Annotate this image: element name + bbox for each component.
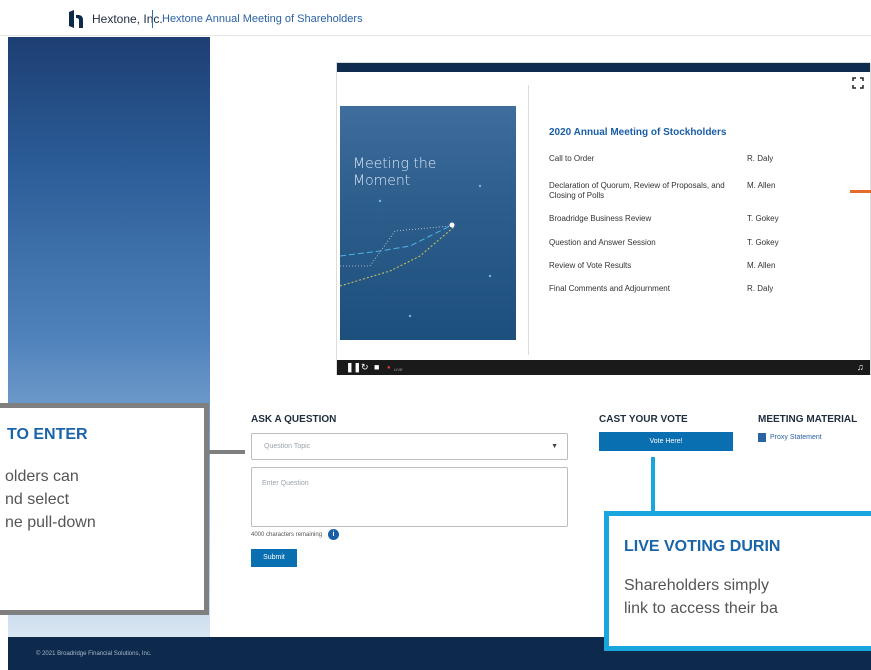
agenda-presenter: T. Gokey [747, 238, 779, 247]
fullscreen-icon[interactable] [852, 77, 864, 89]
agenda-item: Declaration of Quorum, Review of Proposa… [549, 181, 725, 200]
live-label: LIVE [394, 367, 403, 372]
agenda-item: Question and Answer Session [549, 238, 656, 247]
ask-question-heading: ASK A QUESTION [251, 414, 337, 425]
slide-separator [528, 85, 529, 355]
agenda-presenter: R. Daly [747, 154, 774, 163]
right-callout-line: Shareholders simply [624, 577, 769, 594]
volume-icon[interactable]: ♫ [857, 363, 864, 372]
document-icon [758, 433, 766, 442]
left-callout-title: TO ENTER [7, 426, 88, 443]
replay-icon[interactable]: ↻ [361, 363, 369, 372]
chevron-down-icon: ▼ [551, 443, 558, 450]
submit-button[interactable]: Submit [251, 549, 297, 567]
agenda-item: Broadridge Business Review [549, 214, 652, 223]
agenda-presenter: T. Gokey [747, 214, 779, 223]
characters-remaining: 4000 characters remaining [251, 532, 323, 538]
live-dot-icon: ● [387, 365, 391, 371]
info-icon[interactable]: i [328, 529, 339, 540]
slide-cover-image: Meeting the Moment [340, 106, 516, 340]
cast-vote-heading: CAST YOUR VOTE [599, 414, 688, 425]
right-callout-title: LIVE VOTING DURIN [624, 538, 781, 555]
left-callout-line: olders can [5, 468, 79, 485]
player-controls-bar: ❚❚ ↻ ■ ● LIVE ♫ [337, 360, 870, 375]
video-player[interactable]: Meeting the Moment 2020 Annual Meeting o… [336, 62, 871, 375]
left-callout-box: TO ENTER olders can nd select ne pull-do… [0, 403, 209, 615]
agenda-presenter: R. Daly [747, 284, 774, 293]
agenda-title: 2020 Annual Meeting of Stockholders [549, 127, 727, 138]
proxy-statement-link[interactable]: Proxy Statement [770, 434, 822, 441]
left-callout-line: nd select [5, 491, 70, 508]
meeting-title: Hextone Annual Meeting of Shareholders [162, 13, 363, 25]
agenda-presenter: M. Allen [747, 261, 776, 270]
right-callout-line: link to access their ba [624, 600, 778, 617]
header-divider [152, 10, 153, 28]
right-callout-body: Shareholders simply link to access their… [624, 574, 778, 620]
stop-icon[interactable]: ■ [374, 363, 379, 372]
vote-here-button[interactable]: Vote Here! [599, 432, 733, 451]
agenda-item: Review of Vote Results [549, 261, 632, 270]
question-topic-placeholder: Question Topic [264, 443, 311, 450]
left-callout-connector [209, 450, 245, 454]
top-bar: Hextone, Inc. Hextone Annual Meeting of … [0, 0, 871, 36]
slide-graphic [340, 184, 492, 318]
agenda-item: Final Comments and Adjournment [549, 284, 670, 293]
right-callout-connector [651, 457, 655, 513]
agenda-item: Call to Order [549, 154, 595, 163]
copyright-text: © 2021 Broadridge Financial Solutions, I… [36, 651, 152, 657]
question-topic-select[interactable]: Question Topic ▼ [251, 433, 568, 460]
left-callout-body: olders can nd select ne pull-down [5, 465, 215, 534]
question-textarea[interactable]: Enter Question [251, 467, 568, 527]
player-top-bar [337, 63, 870, 72]
hextone-logo-icon [69, 10, 83, 28]
meeting-material-heading: MEETING MATERIAL [758, 414, 858, 425]
pause-icon[interactable]: ❚❚ [346, 363, 361, 372]
orange-connector-line [850, 190, 871, 193]
left-callout-line: ne pull-down [5, 514, 96, 531]
agenda-presenter: M. Allen [747, 181, 776, 190]
question-placeholder: Enter Question [262, 480, 309, 487]
right-callout-box: LIVE VOTING DURIN Shareholders simply li… [604, 511, 871, 651]
